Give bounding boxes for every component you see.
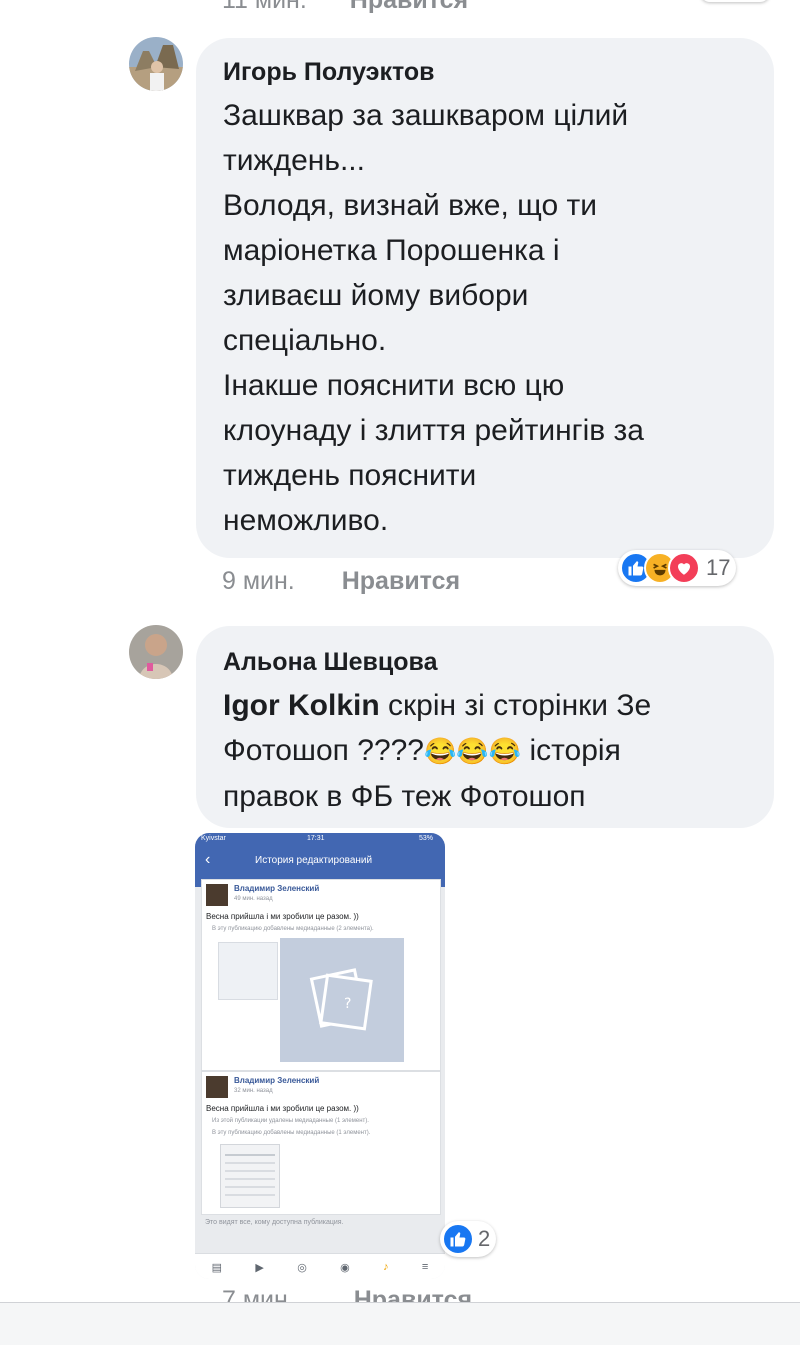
status-battery: 53% bbox=[419, 835, 434, 842]
entry-note: В эту публикацию добавлены медиаданные (… bbox=[212, 1130, 371, 1136]
comment-text: Igor Kolkin скрін зі сторінки Зе Фотошоп… bbox=[223, 683, 768, 819]
groups-icon: ◉ bbox=[340, 1261, 350, 1274]
comment-bubble: Альона Шевцова Igor Kolkin скрін зі стор… bbox=[196, 626, 774, 828]
attached-screenshot[interactable]: Kyivstar 17:31 53% ‹ История редактирова… bbox=[195, 833, 445, 1279]
edit-entry: Владимир Зеленский 49 мин. назад Весна п… bbox=[201, 879, 441, 1071]
entry-text: Весна прийшла і ми зробили це разом. )) bbox=[206, 912, 359, 921]
news-feed-icon: ▤ bbox=[211, 1261, 223, 1274]
bell-icon: ♪ bbox=[383, 1261, 389, 1273]
comment-text-part: скрін зі сторінки Зе bbox=[379, 689, 652, 722]
like-button[interactable]: Нравится bbox=[342, 567, 460, 595]
entry-note: В эту публикацию добавлены медиаданные (… bbox=[212, 926, 374, 932]
screenshot-title: История редактирований bbox=[255, 855, 373, 866]
entry-time: 32 мин. назад bbox=[234, 1088, 273, 1094]
comment-meta: 9 мин. Нравится bbox=[222, 567, 460, 596]
mention-link[interactable]: Igor Kolkin bbox=[223, 689, 380, 722]
reaction-summary[interactable]: 17 bbox=[618, 550, 737, 586]
entry-time: 49 мин. назад bbox=[234, 896, 273, 902]
reaction-count: 17 bbox=[706, 555, 731, 580]
entry-author: Владимир Зеленский bbox=[234, 884, 320, 893]
image-placeholder-icon: ? bbox=[280, 938, 404, 1062]
prev-comment-like-button[interactable]: Нравится bbox=[350, 0, 468, 14]
comment-time[interactable]: 9 мин. bbox=[222, 567, 295, 595]
screenshot-tabbar: ▤ ▶ ◎ ◉ ♪ ≡ bbox=[195, 1253, 445, 1279]
entry-author: Владимир Зеленский bbox=[234, 1076, 320, 1085]
thumbnail-image bbox=[220, 1144, 280, 1208]
prev-comment-time: 11 мин. bbox=[222, 0, 307, 14]
entry-note: Из этой публикации удалены медиаданные (… bbox=[212, 1118, 369, 1124]
menu-icon: ≡ bbox=[421, 1261, 429, 1273]
back-arrow-icon: ‹ bbox=[205, 851, 211, 868]
avatar bbox=[206, 1076, 228, 1098]
love-icon bbox=[668, 552, 700, 584]
comment-text-part: Фотошоп ???? bbox=[223, 734, 424, 767]
thumbnail-image bbox=[218, 942, 278, 1000]
like-icon bbox=[442, 1223, 474, 1255]
comment-author[interactable]: Игорь Полуэктов bbox=[223, 58, 435, 87]
avatar[interactable] bbox=[129, 625, 183, 679]
prev-reaction-pill bbox=[700, 0, 770, 2]
svg-text:?: ? bbox=[344, 996, 351, 1012]
edit-entry: Владимир Зеленский 32 мин. назад Весна п… bbox=[201, 1071, 441, 1215]
bottom-bar bbox=[0, 1302, 800, 1345]
status-carrier: Kyivstar bbox=[201, 835, 226, 842]
comment-bubble: Игорь Полуэктов Зашквар за зашкваром ціл… bbox=[196, 38, 774, 558]
screenshot-footer: Это видят все, кому доступна публикация. bbox=[205, 1219, 344, 1226]
laughing-emoji-icon: 😂😂😂 bbox=[424, 736, 522, 766]
watch-icon: ▶ bbox=[255, 1261, 264, 1274]
avatar bbox=[206, 884, 228, 906]
avatar[interactable] bbox=[129, 37, 183, 91]
comment-text-part: правок в ФБ теж Фотошоп bbox=[223, 780, 586, 813]
reaction-count: 2 bbox=[478, 1226, 491, 1251]
prev-comment-meta: 11 мин. Нравится bbox=[222, 0, 468, 15]
entry-text: Весна прийшла і ми зробили це разом. )) bbox=[206, 1104, 359, 1113]
comment-text-part: історія bbox=[521, 734, 621, 767]
reaction-summary[interactable]: 2 bbox=[440, 1221, 497, 1257]
profile-icon: ◎ bbox=[297, 1261, 307, 1274]
status-time: 17:31 bbox=[307, 835, 325, 842]
comment-text: Зашквар за зашкваром цілий тиждень... Во… bbox=[223, 99, 644, 537]
comment-author[interactable]: Альона Шевцова bbox=[223, 648, 438, 677]
